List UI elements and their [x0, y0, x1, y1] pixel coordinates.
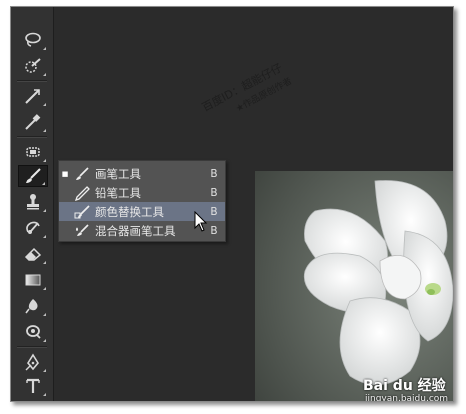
- mixer-brush-icon: [71, 223, 93, 239]
- eraser-icon: [24, 247, 42, 261]
- history-brush-icon: [26, 221, 40, 234]
- flyout-item-label: 混合器画笔工具: [95, 223, 176, 238]
- type-tool[interactable]: [18, 375, 48, 397]
- document-canvas-photo: [255, 171, 453, 401]
- flyout-item-brush[interactable]: ■ 画笔工具 B: [59, 164, 225, 183]
- type-icon: [26, 378, 40, 393]
- flyout-item-label: 画笔工具: [95, 166, 141, 181]
- crop-icon: [25, 89, 40, 104]
- clone-stamp-tool[interactable]: [18, 191, 48, 213]
- spot-healing-icon: [26, 147, 40, 157]
- tools-panel: [11, 7, 54, 401]
- gradient-tool[interactable]: [18, 269, 48, 291]
- dodge-tool[interactable]: [18, 321, 48, 343]
- flyout-item-pencil[interactable]: 铅笔工具 B: [59, 183, 225, 202]
- eyedropper-icon: [25, 114, 41, 130]
- lasso-icon: [25, 32, 41, 47]
- quick-selection-icon: [25, 58, 41, 73]
- flyout-item-shortcut: B: [210, 186, 218, 199]
- brush-tool[interactable]: [18, 165, 48, 187]
- crop-tool[interactable]: [18, 85, 48, 107]
- history-brush-tool[interactable]: [18, 217, 48, 239]
- eraser-tool[interactable]: [18, 243, 48, 265]
- brush-icon: [26, 168, 41, 183]
- blur-tool[interactable]: [18, 295, 48, 317]
- color-replacement-icon: [71, 204, 93, 220]
- clone-stamp-icon: [27, 194, 39, 210]
- blur-icon: [25, 299, 38, 314]
- gradient-icon: [25, 274, 41, 286]
- selected-bullet-icon: ■: [61, 169, 69, 178]
- pen-tool[interactable]: [18, 351, 48, 373]
- quick-selection-tool[interactable]: [18, 55, 48, 77]
- pen-icon: [25, 353, 39, 371]
- lasso-tool[interactable]: [18, 29, 48, 51]
- baidu-jingyan-url: jingyan.baidu.com: [365, 394, 449, 402]
- dodge-icon: [26, 325, 41, 339]
- photoshop-window: 百度ID：超能仔仔 ★作品原创作者 ■ 画笔工具 B 铅笔工具 B 颜色替换工具…: [10, 6, 454, 402]
- baidu-jingyan-logo: Bai du 经验: [363, 378, 446, 394]
- white-flower-image: [255, 171, 453, 401]
- flyout-item-shortcut: B: [210, 167, 218, 180]
- pencil-icon: [71, 185, 93, 201]
- eyedropper-tool[interactable]: [18, 111, 48, 133]
- flyout-item-label: 颜色替换工具: [95, 204, 164, 219]
- mouse-cursor-icon: [194, 211, 208, 232]
- flyout-item-label: 铅笔工具: [95, 185, 141, 200]
- spot-healing-tool[interactable]: [18, 141, 48, 163]
- brush-icon: [71, 166, 93, 182]
